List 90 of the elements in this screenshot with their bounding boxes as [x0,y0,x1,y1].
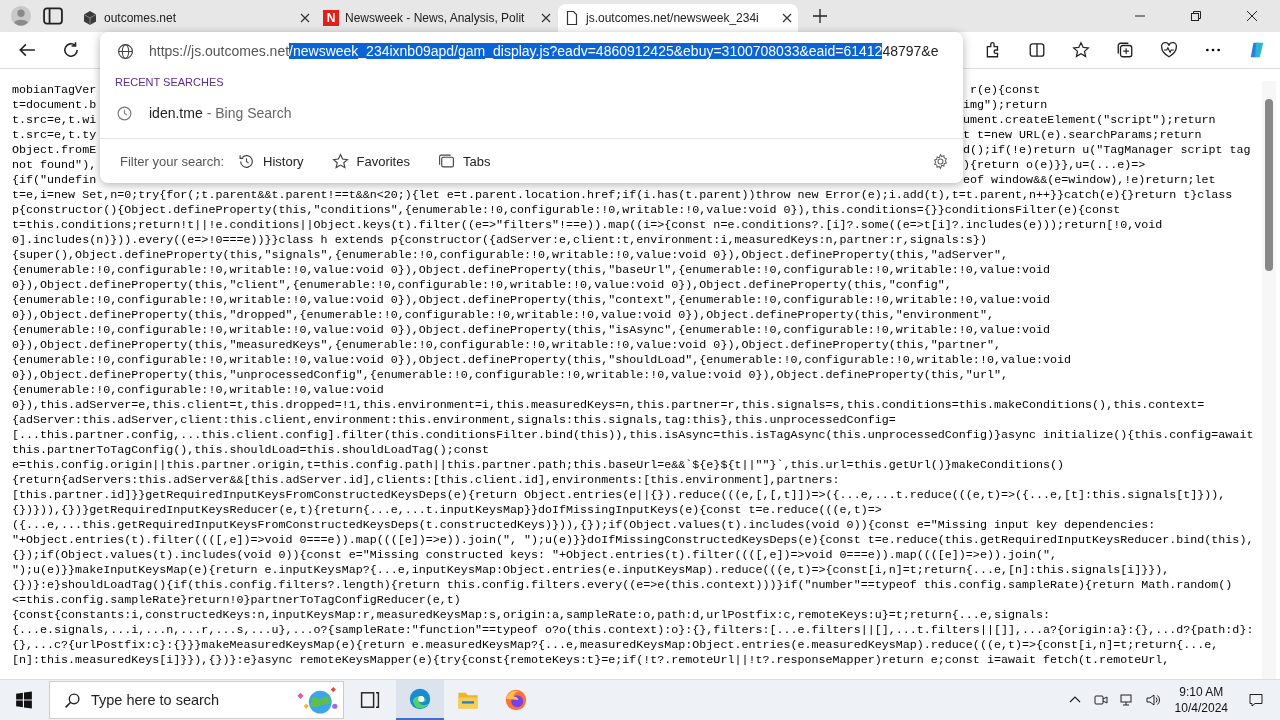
code-line: ){return o(e)}},u=(...e)=> [963,158,1146,173]
code-line: t.src=e,t.ty [12,128,97,143]
code-line: not found"), [12,158,97,173]
network-icon[interactable] [1118,692,1135,708]
cube-icon [82,10,98,26]
code-line: <=this.config.sampleRate}return!0}partnerToTagConfigReducer(e,t) [12,593,462,608]
code-line: t=document.b [12,98,97,113]
section-heading: RECENT SEARCHES [114,75,225,90]
code-line: t.src=e,t.wi [12,113,97,128]
settings-icon[interactable] [932,152,949,170]
taskbar-search-field[interactable]: Type here to search [49,681,344,719]
code-line: {enumerable:!0,configurable:!0,writable:!0,value:void 0}),Object.defineProperty(this,"isAsync",{enumerable:!0,configurable:!0,writable:!0,value:void [12,323,1052,338]
code-line: this.partnerToTagConfig(),this.shouldLoad=this.shouldLoadTag();const [12,443,490,458]
copilot-icon[interactable] [1248,41,1266,59]
new-tab-icon[interactable] [812,8,828,24]
favorites-icon[interactable] [1072,41,1090,59]
browser-tab[interactable]: N Newsweek - News, Analysis, Polit [317,4,557,32]
code-line: [...this.partner.config,...this.client.config].filter(this.conditionsFilter.bind(this)),this.isAsync=this.isTagAsync(this.unprocessedConfig)}async initialize(){this.config=await [12,428,1255,443]
code-line: mobianTagVer [12,83,97,98]
heart-icon[interactable] [1160,41,1178,59]
browser-tab[interactable]: js.outcomes.net/newsweek_234i [558,4,798,32]
site-logo: N [323,10,339,26]
code-line: {enumerable:!0,configurable:!0,writable:!0,value:void 0}),Object.defineProperty(this,"shouldLoad",{enumerable:!0,configurable:!0,writable:!0,value:void [12,353,1073,368]
windows-start-icon[interactable] [15,691,33,709]
code-line: {enumerable:!0,configurable:!0,writable:!0,value:void [12,383,385,398]
code-line: [this.partner.id]}}getRequiredInputKeysFromConstructedKeysDeps(e){return Object.entries(e||{}).reduce(((e,[,[,t]])=>({...e,...t.reduce(((e,t)=>({...e,[t]:this.signals[t]})), [12,488,1227,503]
close-icon[interactable] [541,13,551,23]
page-icon [564,10,580,26]
code-line: "+Object.entries(t).filter((([,e])=>void 0===e)).map((([e])=>e)).join(", ");u(e)}}doIfMissingConstructedKeysDeps(e){const t=e.reduce(this.getRequiredInputKeysReducer.bind(this), [12,533,1255,548]
tab-actions-icon[interactable] [42,5,64,27]
code-line: 0}),Object.defineProperty(this,"measuredKeys",{enumerable:!0,configurable:!0,writable:!0,value:void 0}),Object.defineProperty(this,"partner", [12,338,1002,353]
code-line: {super(),Object.defineProperty(this,"signals",{enumerable:!0,configurable:!0,writable:!0,value:void 0}),Object.defineProperty(this,"adServer", [12,248,1009,263]
code-line: p{constructor(){Object.defineProperty(this,"conditions",{enumerable:!0,configurable:!0,writable:!0,value:void 0}),this.conditions={}}conditionsFilter(e){const [12,203,1122,218]
profile-icon[interactable] [10,5,32,27]
code-line: 0}),Object.defineProperty(this,"dropped",{enumerable:!0,configurable:!0,writable:!0,value:void 0}),Object.defineProperty(this,"environment", [12,308,995,323]
code-line: t t=new URL(e).searchParams;return [963,128,1202,143]
back-icon[interactable] [18,41,36,59]
code-line: {enumerable:!0,configurable:!0,writable:!0,value:void 0}),Object.defineProperty(this,"context",{enumerable:!0,configurable:!0,writable:!0,value:void [12,293,1052,308]
split-screen-icon[interactable] [1028,41,1046,59]
notifications-icon[interactable] [1248,692,1264,708]
refresh-icon[interactable] [62,41,80,59]
code-line: img");return [963,98,1048,113]
code-line: t=this.conditions;return!t||!e.conditions||Object.keys(t).filter((e=>"filters"!==e)).map((i=>{const n=e.conditions?.[i]?.some((e=>t[i]?.includes(e)));return[!0,void [12,218,1164,233]
history-icon [116,104,133,122]
code-line: eof window&&(e=window),!e)return;let [963,173,1216,188]
filter-button[interactable]: Favorites [331,152,410,170]
search-icon [64,691,81,709]
code-line: r(e){const [969,83,1041,98]
firefox-icon[interactable] [504,688,528,712]
close-icon[interactable] [1246,10,1258,22]
clock[interactable]: 9:10 AM 10/4/2024 [1174,684,1228,716]
code-line: e=this.config.origin||this.partner.origin,t=this.config.path||this.partner.path;this.baseUrl=e&&`${e}${t||""}`,this.url=this.getUrl()}makeConditions() [12,458,1066,473]
code-line: {const{constants:i,constructedKeys:n,inputKeysMap:r,measuredKeysMap:s,origin:a,sampleRate:o,path:d,urlPostfix:c,remoteKeys:u}=t;return{...e,signals: [12,608,1052,623]
code-line: {});if(Object.values(t).includes(void 0)){const e="Missing constructed keys: "+Object.entries(t).filter((([,e])=>void 0===e)).map((([e])=>e)).join(", [12,548,1059,563]
code-line: {enumerable:!0,configurable:!0,writable:!0,value:void 0}),Object.defineProperty(this,"baseUrl",{enumerable:!0,configurable:!0,writable:!0,value:void [12,263,1052,278]
collections-icon[interactable] [1116,41,1134,59]
edge-icon[interactable] [408,687,432,711]
code-line: 0].includes(n)})).every((e=>!0===e))}}class h extends p{constructor({adServer:e,client:t,environment:i,measuredKeys:n,partner:r,signals:s}) [12,233,988,248]
browser-tab[interactable]: outcomes.net [76,4,316,32]
filter-label: Filter your search: [120,153,225,169]
tabs-icon [437,152,455,170]
code-line: {})}:e}shouldLoadTag(){if(this.config.filters?.length){return this.config.filters.every((e=>e(this.context)))}if("number"==typeof this.config.sampleRate){return Math.random() [12,578,1234,593]
code-line: ");u(e)}}makeInputKeysMap(e){return e.inputKeysMap?{...e,inputKeysMap:Object.entries(e.inputKeysMap).reduce(((e,t)=>{const[i,n]=t;return{...e,[n]:this.signals[i]}}), [12,563,1171,578]
search-suggestion[interactable]: iden.tme - Bing Search [100,96,963,130]
code-line: {},...c?{urlPostfix:c}:{}}}makeMeasuredKeysMap(e){return e.measuredKeysMap?{...e,measuredKeysMap:Object.entries(e.measuredKeysMap).reduce(((e,t)=>{const[i,n]=t;return{...e, [12,638,1220,653]
code-line: {...e.signals,...i,...n,...r,...s,...u},...o?{sampleRate:"function"==typeof o?o(this.context):o}:{},filters:[...e.filters||[],...t.filters||[]],...a?{origin:a}:{},...d?{path:d}: [12,623,1255,638]
code-line: [n]:this.measuredKeys[i]}}),{})}:e}async remoteKeysMapper(e){try{const{remoteKeys:t}=e;if(!t?.remoteUrl||!t?.responseMapper)return e;const i=await fetch(t.remoteUrl, [12,653,1171,668]
code-line: ument.createElement("script");return [963,113,1216,128]
history-icon [238,152,256,170]
code-line: 0}),this.adServer=e,this.client=t,this.dropped=!1,this.environment=i,this.measuredKeys=n,this.partner=r,this.signals=s,this.conditions=this.makeConditions(),this.context= [12,398,1206,413]
code-line: ({...e,...this.getRequiredInputKeysFromConstructedKeysDeps(t.constructedKeys)})),{});if(Object.values(t).includes(void 0)){const e="Missing input key dependencies: [12,518,1157,533]
code-line: 0}),Object.defineProperty(this,"client",{enumerable:!0,configurable:!0,writable:!0,value:void 0}),Object.defineProperty(this,"config", [12,278,953,293]
code-line: d();if(!e)return u("TagManager script tag [963,143,1251,158]
close-icon[interactable] [782,13,792,23]
globe-icon [117,42,134,60]
code-line: Object.fromE [12,143,97,158]
code-line: {})})),{})}getRequiredInputKeysReducer(e,t){return{...e,...t.inputKeysMap}}doIfMissingInputKeys(e){const t=e.reduce(((e,t)=> [12,503,883,518]
camera-icon[interactable] [1092,692,1109,708]
filter-button[interactable]: History [238,152,304,170]
close-icon[interactable] [300,13,310,23]
filter-button[interactable]: Tabs [437,152,491,170]
code-line: t=e,i=new Set,n=0;try{for(;t.parent&&t.parent!==t&&n<20;){let e=t.parent.location.href;if(i.has(t.parent))throw new Error(e);i.add(t),t=t.parent,n++}}catch(e){}return t}class [12,188,1234,203]
restore-icon[interactable] [1190,10,1202,22]
volume-icon[interactable] [1144,692,1161,708]
code-line: 0}),Object.defineProperty(this,"unprocessedConfig",{enumerable:!0,configurable:!0,writable:!0,value:void 0}),Object.defineProperty(this,"url", [12,368,1009,383]
code-line: {adServer:this.adServer,client:this.client,environment:this.environment,signals:this.signals,tag:this},this.unprocessedConfig= [12,413,897,428]
scrollbar[interactable] [1262,81,1276,679]
code-line: {return{adServers:this.adServer&&[this.adServer.id],clients:[this.client.id],environments:[this.environment],partners: [12,473,841,488]
star-icon [331,152,349,170]
code-line: {if("undefin [12,173,97,188]
